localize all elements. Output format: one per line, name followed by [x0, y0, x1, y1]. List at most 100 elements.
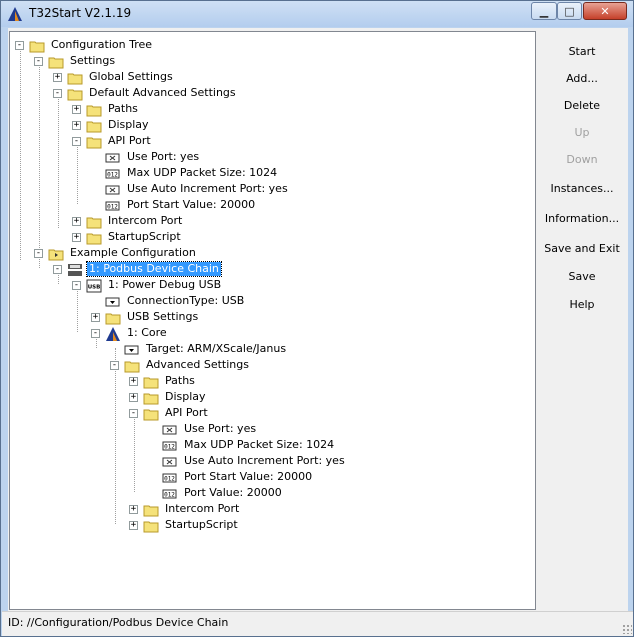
tree-node-label[interactable]: Intercom Port [106, 214, 184, 228]
save-button[interactable]: Save [542, 266, 622, 288]
tree-node[interactable]: + Paths [129, 373, 197, 389]
tree-node-label[interactable]: Use Auto Increment Port: yes [182, 454, 347, 468]
tree-node[interactable]: - USB 1: Power Debug USB [72, 277, 223, 293]
collapse-icon[interactable]: - [34, 248, 43, 258]
collapse-icon[interactable]: - [110, 360, 119, 370]
configuration-tree[interactable]: - Configuration Tree - Settings + Global Sett… [9, 31, 536, 610]
tree-node-label[interactable]: Use Port: yes [125, 150, 201, 164]
expand-icon[interactable]: + [72, 216, 81, 226]
tree-node[interactable]: 012 Max UDP Packet Size: 1024 [148, 437, 336, 453]
tree-node-label[interactable]: Use Auto Increment Port: yes [125, 182, 290, 196]
resize-grip-icon[interactable] [622, 624, 632, 634]
tree-node[interactable]: + USB Settings [91, 309, 200, 325]
expand-icon[interactable]: + [53, 72, 62, 82]
expand-icon[interactable]: + [72, 104, 81, 114]
tree-node[interactable]: 012 Port Value: 20000 [148, 485, 284, 501]
tree-node-label[interactable]: Advanced Settings [144, 358, 251, 372]
tree-node-label[interactable]: USB Settings [125, 310, 200, 324]
expand-icon[interactable]: + [129, 504, 138, 514]
help-button[interactable]: Help [542, 294, 622, 316]
tree-node-label[interactable]: API Port [163, 406, 210, 420]
folder-icon [86, 214, 102, 229]
tree-node-label[interactable]: Paths [163, 374, 197, 388]
tree-node[interactable]: - 1: Podbus Device Chain [53, 261, 222, 277]
tree-node-label[interactable]: Example Configuration [68, 246, 198, 260]
dropdown-icon [124, 342, 140, 356]
tree-node[interactable]: - Configuration Tree [15, 37, 154, 53]
tree-node[interactable]: - API Port [72, 133, 153, 149]
tree-node[interactable]: Target: ARM/XScale/Janus [110, 341, 288, 357]
collapse-icon[interactable]: - [34, 56, 43, 66]
close-button[interactable]: ✕ [583, 2, 627, 20]
tree-node-label[interactable]: StartupScript [106, 230, 183, 244]
tree-node[interactable]: Use Port: yes [91, 149, 201, 165]
tree-node-label[interactable]: Intercom Port [163, 502, 241, 516]
expand-icon[interactable]: + [129, 376, 138, 386]
tree-node-label[interactable]: Port Start Value: 20000 [182, 470, 314, 484]
delete-button[interactable]: Delete [542, 95, 622, 117]
collapse-icon[interactable]: - [129, 408, 138, 418]
tree-node[interactable]: 012 Max UDP Packet Size: 1024 [91, 165, 279, 181]
tree-node[interactable]: - Example Configuration [34, 245, 198, 261]
information-button[interactable]: Information... [542, 208, 622, 230]
maximize-button[interactable]: □ [557, 2, 582, 20]
tree-node-label[interactable]: 1: Core [125, 326, 169, 340]
tree-node-label[interactable]: Display [106, 118, 151, 132]
tree-node-label[interactable]: Paths [106, 102, 140, 116]
add-button[interactable]: Add... [542, 68, 622, 90]
tree-node[interactable]: 012 Port Start Value: 20000 [91, 197, 257, 213]
tree-node[interactable]: + Intercom Port [129, 501, 241, 517]
tree-node-label[interactable]: Global Settings [87, 70, 175, 84]
tree-node-label[interactable]: Port Value: 20000 [182, 486, 284, 500]
t32-logo-icon [8, 7, 22, 21]
tree-node[interactable]: Use Auto Increment Port: yes [148, 453, 347, 469]
tree-node-label[interactable]: Display [163, 390, 208, 404]
expand-icon[interactable]: + [72, 120, 81, 130]
title-bar[interactable]: T32Start V2.1.19 ▁ □ ✕ [1, 1, 633, 27]
expand-icon[interactable]: + [129, 392, 138, 402]
start-button[interactable]: Start [542, 41, 622, 63]
save-and-exit-button[interactable]: Save and Exit [542, 238, 622, 260]
collapse-icon[interactable]: - [72, 136, 81, 146]
tree-node-label[interactable]: Default Advanced Settings [87, 86, 238, 100]
tree-node-label[interactable]: 1: Podbus Device Chain [86, 261, 222, 277]
tree-node[interactable]: + Global Settings [53, 69, 175, 85]
expand-icon[interactable]: + [72, 232, 81, 242]
tree-node[interactable]: 012 Port Start Value: 20000 [148, 469, 314, 485]
tree-node[interactable]: + Display [129, 389, 208, 405]
tree-node[interactable]: - Settings [34, 53, 117, 69]
tree-node-label[interactable]: API Port [106, 134, 153, 148]
tree-node[interactable]: ConnectionType: USB [91, 293, 246, 309]
collapse-icon[interactable]: - [91, 328, 100, 338]
tree-node[interactable]: - Default Advanced Settings [53, 85, 238, 101]
tree-node[interactable]: + StartupScript [129, 517, 240, 533]
tree-node-label[interactable]: Settings [68, 54, 117, 68]
instances-button[interactable]: Instances... [542, 178, 622, 200]
minimize-button[interactable]: ▁ [531, 2, 557, 20]
expand-icon[interactable]: + [91, 312, 100, 322]
tree-node[interactable]: Use Auto Increment Port: yes [91, 181, 290, 197]
tree-node-label[interactable]: Max UDP Packet Size: 1024 [182, 438, 336, 452]
tree-node[interactable]: - API Port [129, 405, 210, 421]
tree-node[interactable]: + Display [72, 117, 151, 133]
collapse-icon[interactable]: - [72, 280, 81, 290]
tree-node[interactable]: + StartupScript [72, 229, 183, 245]
collapse-icon[interactable]: - [53, 88, 62, 98]
tree-node[interactable]: Use Port: yes [148, 421, 258, 437]
tree-node-label[interactable]: Target: ARM/XScale/Janus [144, 342, 288, 356]
collapse-icon[interactable]: - [53, 264, 62, 274]
tree-node[interactable]: - 1: Core [91, 325, 169, 341]
tree-node-label[interactable]: 1: Power Debug USB [106, 278, 223, 292]
tree-node-label[interactable]: Configuration Tree [49, 38, 154, 52]
collapse-icon[interactable]: - [15, 40, 24, 50]
tree-node[interactable]: + Paths [72, 101, 140, 117]
tree-node-label[interactable]: StartupScript [163, 518, 240, 532]
tree-node[interactable]: + Intercom Port [72, 213, 184, 229]
tree-node-label[interactable]: Use Port: yes [182, 422, 258, 436]
expand-icon[interactable]: + [129, 520, 138, 530]
tree-node-label[interactable]: Port Start Value: 20000 [125, 198, 257, 212]
tree-node-label[interactable]: ConnectionType: USB [125, 294, 246, 308]
tree-node-label[interactable]: Max UDP Packet Size: 1024 [125, 166, 279, 180]
tree-node[interactable]: - Advanced Settings [110, 357, 251, 373]
